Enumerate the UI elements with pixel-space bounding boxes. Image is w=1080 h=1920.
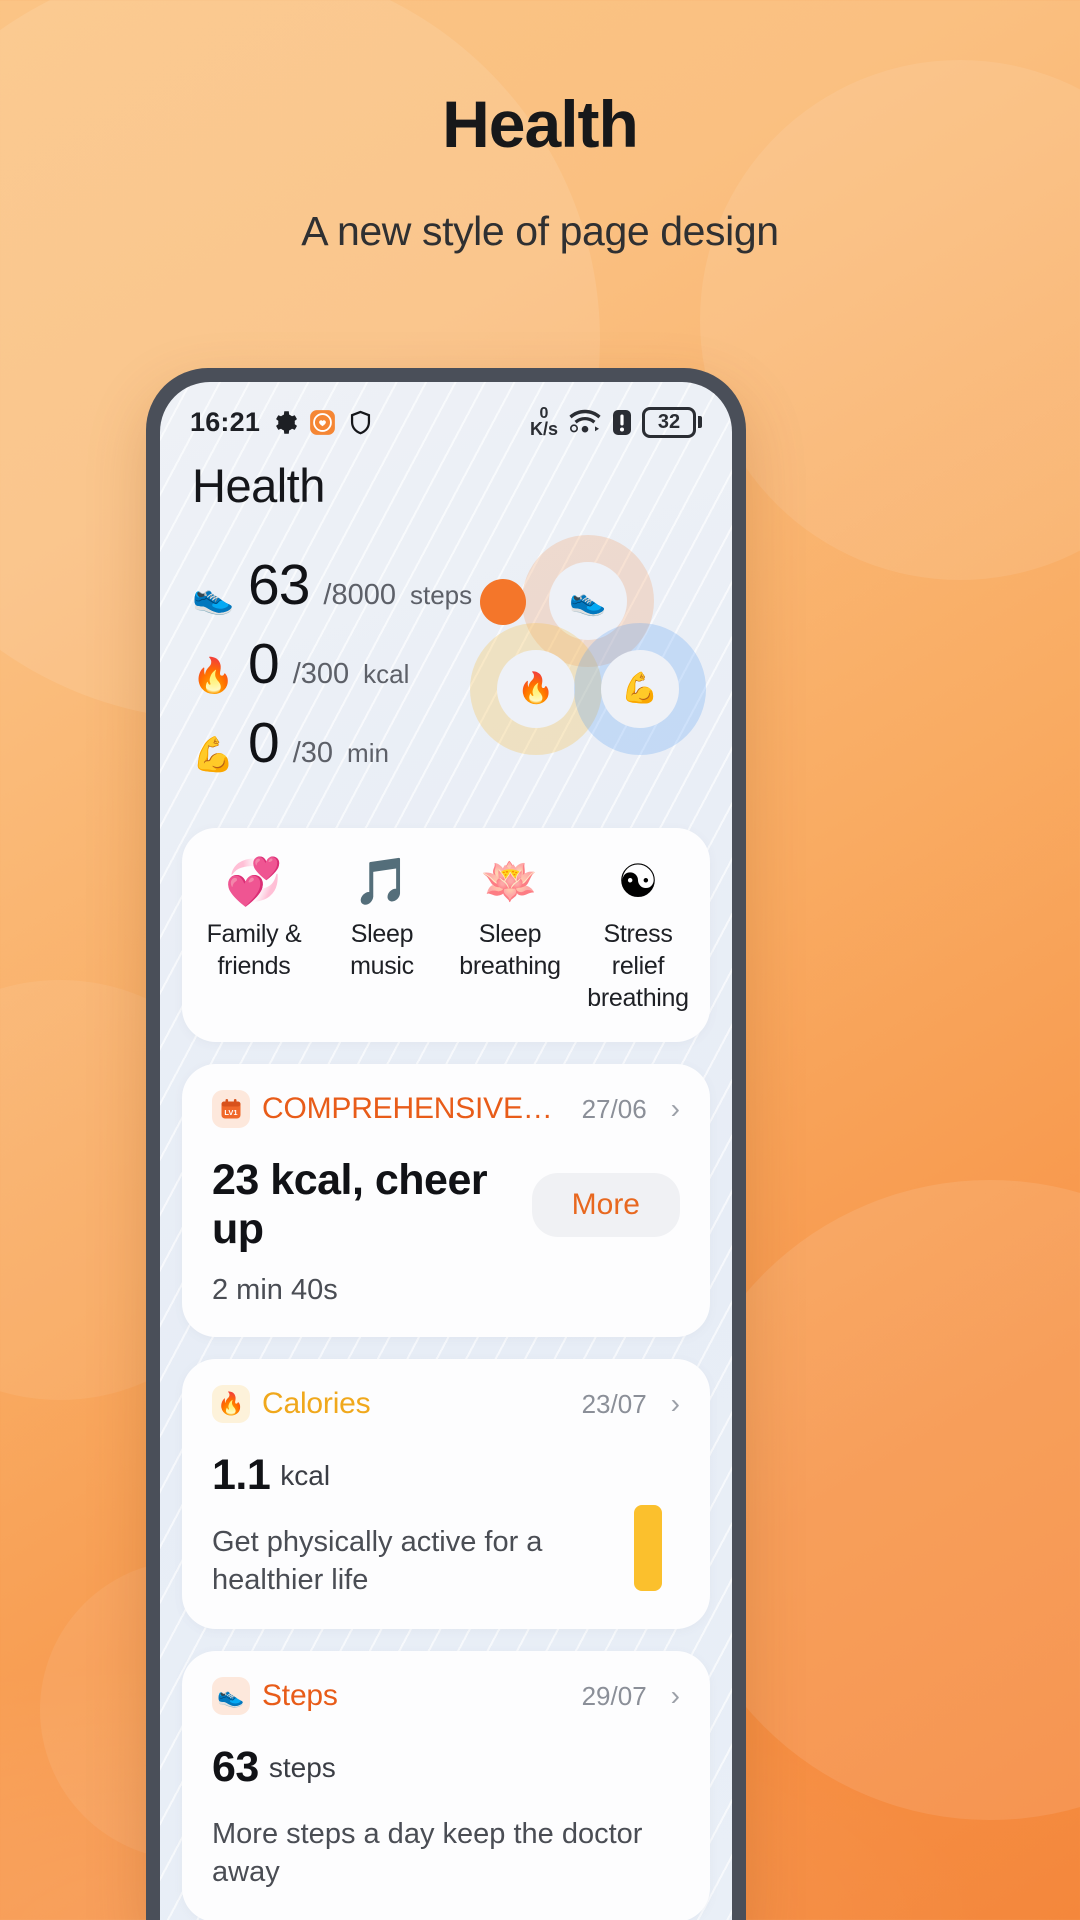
- calories-ring-icon: 🔥: [517, 672, 555, 705]
- calories-goal: /300: [292, 658, 350, 690]
- calories-card-title: Calories: [262, 1387, 371, 1420]
- steps-goal: /8000: [323, 579, 396, 611]
- shortcut-stress-relief-breathing[interactable]: ☯ Stress relief breathing: [574, 858, 702, 1014]
- calories-card-date: 23/07: [581, 1388, 647, 1419]
- steps-card-subtitle: More steps a day keep the doctor away: [212, 1818, 643, 1889]
- chevron-right-icon[interactable]: ›: [671, 1390, 680, 1418]
- chevron-right-icon[interactable]: ›: [671, 1095, 680, 1123]
- shield-icon: [347, 409, 374, 436]
- yin-yang-icon: ☯: [617, 855, 659, 907]
- network-speed: 0 K/s: [529, 405, 558, 440]
- warmup-title: COMPREHENSIVE WARM-UP EX...: [262, 1092, 560, 1125]
- steps-card-date: 29/07: [581, 1680, 647, 1711]
- battery-icon: 32: [642, 406, 702, 438]
- app-title: Health: [192, 459, 325, 512]
- shortcut-sleep-music[interactable]: 🎵 Sleep music: [318, 858, 446, 1014]
- flame-icon: 🔥: [212, 1385, 250, 1423]
- steps-card-title: Steps: [262, 1679, 338, 1713]
- status-time: 16:21: [190, 406, 261, 437]
- warmup-card[interactable]: LV1 COMPREHENSIVE WARM-UP EX... 27/06 › …: [182, 1064, 710, 1337]
- flame-icon: 🔥: [192, 657, 235, 695]
- warmup-headline: 23 kcal, cheer up: [212, 1156, 488, 1253]
- activity-ring-icon: 💪: [621, 672, 659, 705]
- shortcut-sleep-breathing[interactable]: 🪷 Sleep breathing: [446, 858, 574, 1014]
- calories-bar-indicator: [634, 1505, 662, 1592]
- activity-rings-illustration: 👟 🔥 💪: [470, 535, 710, 775]
- activity-value: 0: [248, 711, 280, 775]
- shortcut-label: Stress relief breathing: [587, 920, 689, 1012]
- shortcut-label: Sleep music: [350, 920, 414, 980]
- steps-ring-icon: 👟: [569, 584, 607, 617]
- shortcut-label: Sleep breathing: [459, 920, 561, 980]
- progress-dot: [480, 579, 526, 625]
- steps-card-unit: steps: [268, 1751, 336, 1783]
- page-title: Health: [442, 87, 639, 161]
- activity-goal: /30: [292, 737, 334, 769]
- hero-summary[interactable]: 👟 63 /8000 steps i 🔥 0 /300 kcal 💪 0 /30…: [160, 513, 732, 828]
- phone-frame: 16:21 0 K/s 32 Health 👟 63 /8000 steps 🔥…: [146, 368, 746, 1920]
- calories-card-unit: kcal: [280, 1459, 331, 1491]
- calories-card-subtitle: Get physically active for a healthier li…: [212, 1526, 543, 1596]
- calories-card[interactable]: 🔥 Calories 23/07 › 1.1 kcal Get physical…: [182, 1359, 710, 1630]
- calories-value: 0: [248, 632, 280, 696]
- svg-text:LV1: LV1: [224, 1108, 237, 1117]
- running-shoe-icon: 👟: [212, 1677, 250, 1716]
- calories-card-value: 1.1: [212, 1451, 271, 1499]
- steps-value: 63: [248, 553, 310, 617]
- steps-card-value: 63: [212, 1743, 259, 1792]
- more-button[interactable]: More: [531, 1173, 680, 1237]
- lotus-icon: 🪷: [481, 855, 539, 907]
- steps-unit: steps: [409, 580, 473, 610]
- promo-header: Health A new style of page design: [0, 0, 1080, 255]
- calendar-lv1-icon: LV1: [212, 1090, 250, 1128]
- two-hearts-icon: 💞: [225, 855, 283, 907]
- phone-screen: 16:21 0 K/s 32 Health 👟 63 /8000 steps 🔥…: [160, 382, 732, 1920]
- battery-level: 32: [642, 406, 696, 438]
- shortcut-family-friends[interactable]: 💞 Family & friends: [190, 858, 318, 1014]
- warmup-date: 27/06: [581, 1093, 647, 1124]
- network-speed-unit: K/s: [529, 419, 558, 440]
- gear-icon: [271, 409, 298, 436]
- sim-alert-icon: [612, 409, 632, 436]
- activity-unit: min: [347, 738, 389, 768]
- chevron-right-icon[interactable]: ›: [671, 1682, 680, 1710]
- running-shoe-icon: 👟: [192, 578, 235, 616]
- calories-unit: kcal: [363, 659, 410, 689]
- battery-cap: [698, 416, 702, 428]
- activity-ring: 💪: [574, 623, 706, 755]
- page-subtitle: A new style of page design: [301, 208, 779, 254]
- status-bar: 16:21 0 K/s 32: [160, 382, 732, 440]
- warmup-duration: 2 min 40s: [212, 1274, 338, 1306]
- shortcut-card: 💞 Family & friends 🎵 Sleep music 🪷 Sleep…: [182, 828, 710, 1042]
- muscle-icon: 💪: [192, 736, 235, 774]
- shortcut-label: Family & friends: [206, 920, 302, 980]
- sleep-music-icon: 🎵: [353, 855, 411, 907]
- heart-app-icon: [309, 409, 336, 436]
- wifi-icon: [568, 409, 602, 435]
- steps-card[interactable]: 👟 Steps 29/07 › 63 steps More steps a da…: [182, 1651, 710, 1920]
